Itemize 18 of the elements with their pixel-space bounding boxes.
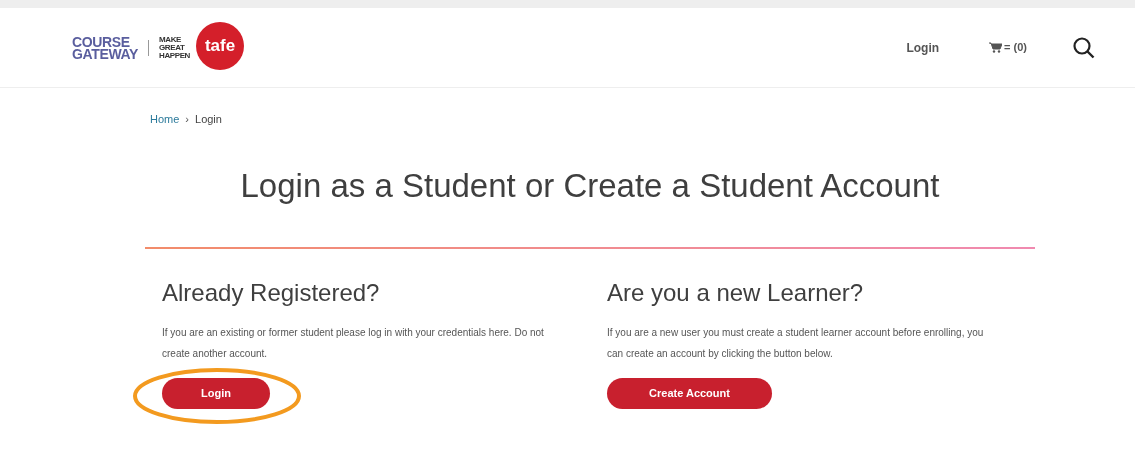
course-gateway-logo[interactable]: COURSE GATEWAY bbox=[72, 35, 138, 60]
slogan-text: MAKE GREAT HAPPEN bbox=[159, 35, 191, 60]
breadcrumb-current: Login bbox=[195, 112, 222, 127]
create-account-button[interactable]: Create Account bbox=[607, 377, 772, 409]
section-heading: Already Registered? bbox=[162, 277, 381, 308]
tafe-logo[interactable]: tafe bbox=[196, 21, 244, 70]
cart-icon bbox=[989, 42, 1003, 53]
cart-link[interactable]: = (0) bbox=[989, 39, 1027, 56]
breadcrumb-separator: › bbox=[185, 112, 189, 127]
search-button[interactable] bbox=[1073, 36, 1095, 59]
search-icon bbox=[1073, 36, 1095, 59]
section-heading: Are you a new Learner? bbox=[607, 277, 865, 308]
page-title: Login as a Student or Create a Student Account bbox=[239, 165, 941, 206]
section-text: If you are a new user you must create a student learner account before enrolling, you can create an account by clicking the button below. bbox=[607, 325, 985, 361]
breadcrumb-link[interactable]: Home bbox=[150, 111, 180, 128]
login-button[interactable]: Login bbox=[162, 377, 270, 409]
login-link[interactable]: Login bbox=[906, 38, 940, 57]
section-text: If you are an existing or former student please log in with your credentials here. Do not create another account. bbox=[162, 325, 545, 361]
